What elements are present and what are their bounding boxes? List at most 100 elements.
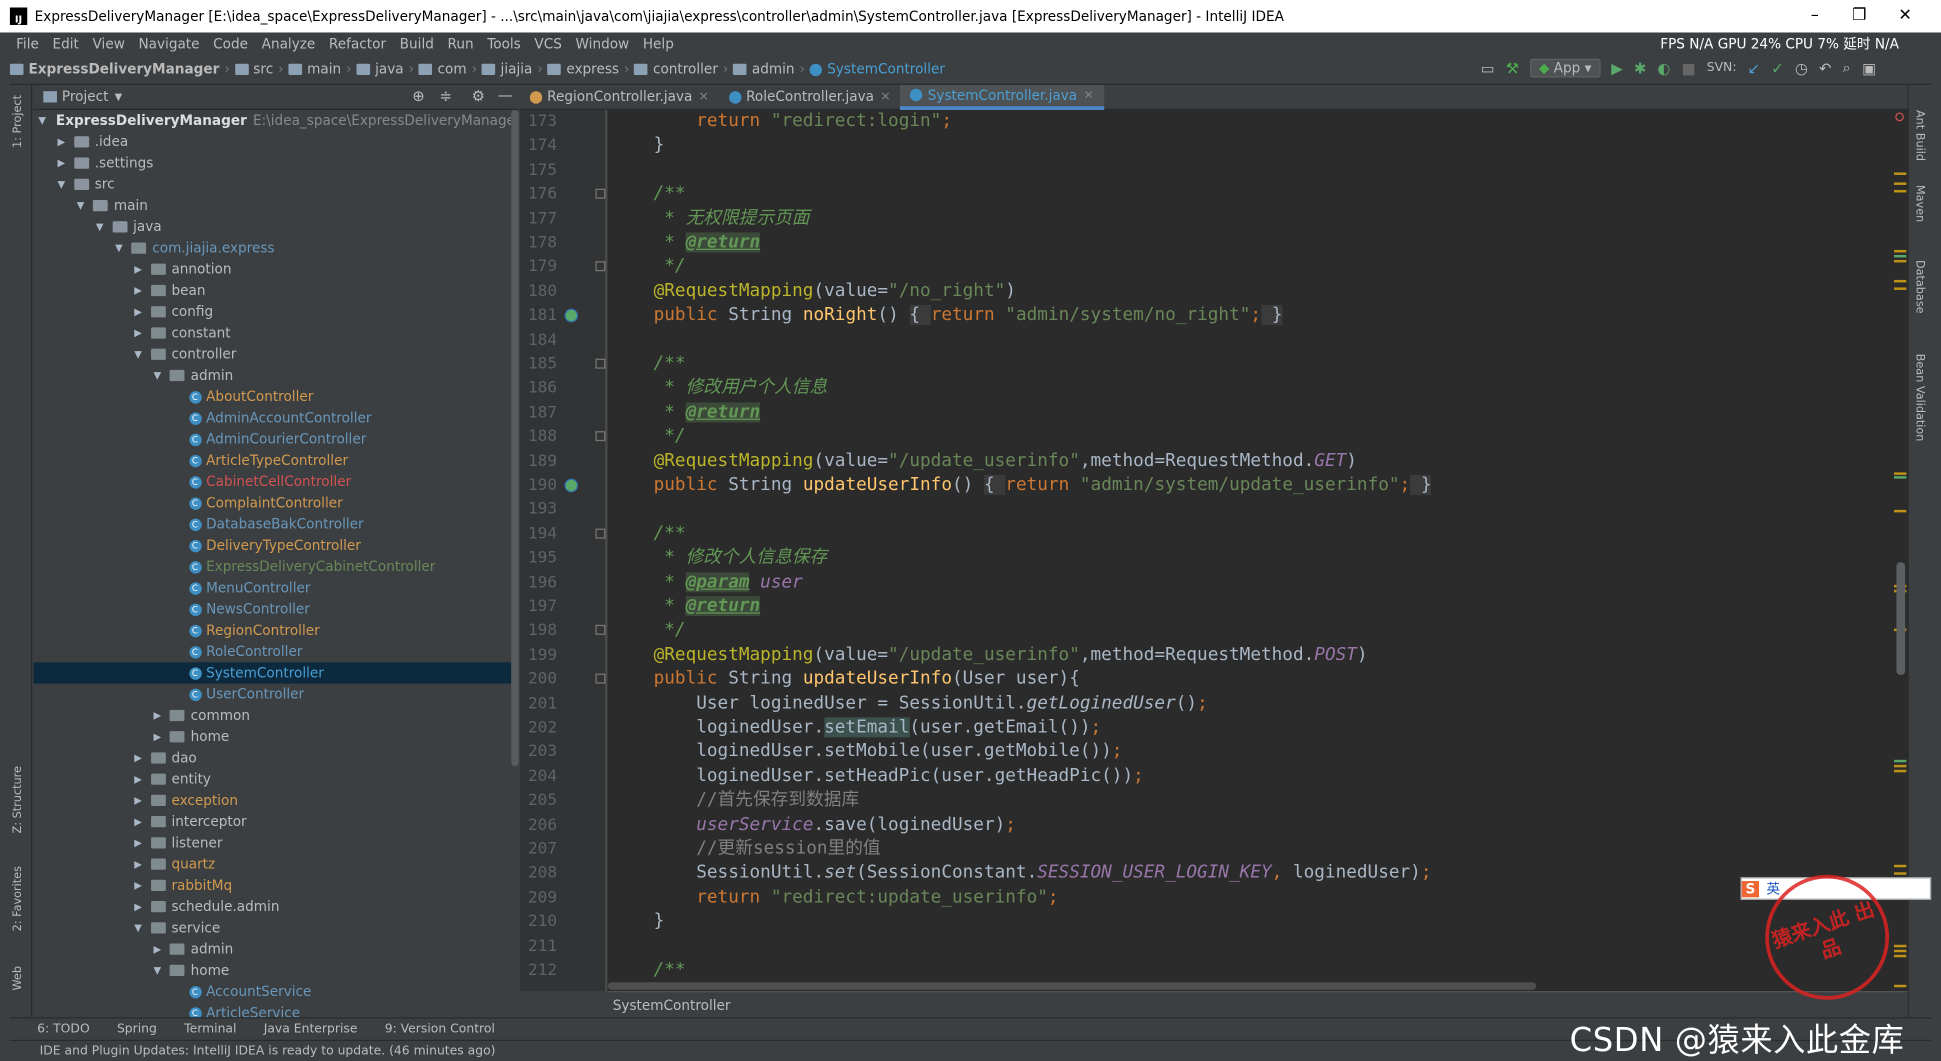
collapse-arrow-icon[interactable]: ▶ xyxy=(134,896,146,917)
tab-regioncontroller[interactable]: RegionController.java × xyxy=(520,84,719,109)
breadcrumb-controller[interactable]: controller xyxy=(634,61,718,77)
fold-marker-icon[interactable] xyxy=(595,431,606,442)
menu-file[interactable]: File xyxy=(10,36,46,52)
tree-item[interactable]: ▶ constant xyxy=(33,322,511,343)
todo-tool-button[interactable]: 6: TODO xyxy=(37,1022,90,1036)
tree-item[interactable]: C AccountService xyxy=(33,981,511,1002)
breadcrumb-admin[interactable]: admin xyxy=(733,61,795,77)
tree-item[interactable]: ▼ com.jiajia.express xyxy=(33,237,511,258)
collapse-arrow-icon[interactable]: ▶ xyxy=(134,322,146,343)
collapse-arrow-icon[interactable]: ▶ xyxy=(134,747,146,768)
expand-arrow-icon[interactable]: ▼ xyxy=(134,344,146,365)
debug-icon[interactable]: ✱ xyxy=(1634,59,1646,76)
tree-item[interactable]: C AdminCourierController xyxy=(33,429,511,450)
tree-item[interactable]: C RoleController xyxy=(33,641,511,662)
tree-item[interactable]: C DatabaseBakController xyxy=(33,514,511,535)
tree-item[interactable]: ▶ exception xyxy=(33,790,511,811)
maven-tool-button[interactable]: Maven xyxy=(1913,185,1925,222)
minimize-icon[interactable]: – xyxy=(1791,0,1838,32)
maximize-icon[interactable]: ❐ xyxy=(1836,0,1883,32)
collapse-arrow-icon[interactable]: ▶ xyxy=(134,811,146,832)
tree-item[interactable]: C ExpressDeliveryCabinetController xyxy=(33,556,511,577)
fold-marker-icon[interactable] xyxy=(595,188,606,199)
warning-marker[interactable] xyxy=(1893,476,1907,479)
warning-marker[interactable] xyxy=(1893,984,1907,988)
svn-update-icon[interactable]: ↙ xyxy=(1748,59,1760,76)
tree-item[interactable]: ▼ admin xyxy=(33,365,511,386)
warning-marker[interactable] xyxy=(1893,949,1907,953)
request-mapping-gutter-icon[interactable] xyxy=(564,478,579,493)
close-icon[interactable]: ✕ xyxy=(1882,0,1929,32)
tree-item[interactable]: C SystemController xyxy=(33,662,512,684)
warning-marker[interactable] xyxy=(1893,944,1907,948)
warning-marker[interactable] xyxy=(1893,769,1907,773)
tab-rolecontroller[interactable]: RoleController.java × xyxy=(719,84,901,109)
collapse-arrow-icon[interactable]: ▶ xyxy=(153,939,165,960)
project-structure-icon[interactable]: ▭ xyxy=(1481,59,1495,76)
tree-scrollbar[interactable] xyxy=(511,109,519,767)
collapse-arrow-icon[interactable]: ▶ xyxy=(153,726,165,747)
run-icon[interactable]: ▶ xyxy=(1611,59,1622,76)
menu-build[interactable]: Build xyxy=(393,36,441,52)
breadcrumb-java[interactable]: java xyxy=(356,61,404,77)
warning-marker[interactable] xyxy=(1893,182,1907,185)
warning-marker[interactable] xyxy=(1893,249,1907,253)
breadcrumb-jiajia[interactable]: jiajia xyxy=(481,61,532,77)
tree-item[interactable]: C ComplaintController xyxy=(33,492,511,513)
warning-marker[interactable] xyxy=(1893,509,1907,513)
collapse-arrow-icon[interactable]: ▶ xyxy=(134,790,146,811)
warning-marker[interactable] xyxy=(1893,259,1907,263)
ant-build-tool-button[interactable]: Ant Build xyxy=(1913,110,1925,161)
menu-help[interactable]: Help xyxy=(637,36,682,52)
warning-marker[interactable] xyxy=(1893,759,1907,763)
collapse-arrow-icon[interactable]: ▶ xyxy=(153,705,165,726)
breadcrumb-main[interactable]: main xyxy=(288,61,341,77)
tree-item[interactable]: ▶ quartz xyxy=(33,854,511,875)
collapse-arrow-icon[interactable]: ▶ xyxy=(134,854,146,875)
tree-item[interactable]: ▼ ExpressDeliveryManager E:\idea_space\Exp… xyxy=(33,110,511,131)
gear-icon[interactable]: ⚙ xyxy=(472,87,485,104)
breadcrumb-systemcontroller[interactable]: SystemController xyxy=(809,61,945,77)
collapse-arrow-icon[interactable]: ▶ xyxy=(58,152,70,173)
breadcrumb-com[interactable]: com xyxy=(418,61,467,77)
bean-validation-tool-button[interactable]: Bean Validation xyxy=(1913,354,1925,442)
expand-arrow-icon[interactable]: ▼ xyxy=(96,216,108,237)
ime-language-label[interactable]: 英 xyxy=(1766,879,1780,899)
search-everywhere-icon[interactable]: ⌕ xyxy=(1843,59,1851,78)
expand-arrow-icon[interactable]: ▼ xyxy=(134,917,146,938)
tree-item[interactable]: ▼ home xyxy=(33,960,511,981)
menu-refactor[interactable]: Refactor xyxy=(323,36,394,52)
collapse-arrow-icon[interactable]: ▶ xyxy=(134,301,146,322)
terminal-tool-button[interactable]: Terminal xyxy=(184,1022,236,1036)
tree-item[interactable]: C RegionController xyxy=(33,620,511,641)
project-tool-button[interactable]: 1: Project xyxy=(12,95,24,148)
close-icon[interactable]: × xyxy=(699,90,709,104)
tree-item[interactable]: ▶ common xyxy=(33,705,511,726)
menu-view[interactable]: View xyxy=(86,36,132,52)
tree-item[interactable]: C DeliveryTypeController xyxy=(33,535,511,556)
warning-marker[interactable] xyxy=(1893,764,1907,768)
structure-tool-button[interactable]: Z: Structure xyxy=(12,766,24,833)
menu-edit[interactable]: Edit xyxy=(46,36,86,52)
tree-item[interactable]: ▶ home xyxy=(33,726,511,747)
web-tool-button[interactable]: Web xyxy=(12,966,24,991)
warning-marker[interactable] xyxy=(1893,872,1907,875)
expand-arrow-icon[interactable]: ▼ xyxy=(38,110,46,131)
history-icon[interactable]: ◷ xyxy=(1795,59,1808,76)
fold-marker-icon[interactable] xyxy=(595,261,606,272)
revert-icon[interactable]: ↶ xyxy=(1819,59,1831,76)
tree-item[interactable]: ▼ service xyxy=(33,917,511,938)
menu-run[interactable]: Run xyxy=(441,36,481,52)
expand-arrow-icon[interactable]: ▼ xyxy=(153,960,165,981)
tree-item[interactable]: ▶ interceptor xyxy=(33,811,511,832)
tree-item[interactable]: ▶ schedule.admin xyxy=(33,896,511,917)
warning-marker[interactable] xyxy=(1893,954,1907,958)
close-icon[interactable]: × xyxy=(880,90,890,104)
java-enterprise-tool-button[interactable]: Java Enterprise xyxy=(264,1022,358,1036)
tree-item[interactable]: ▶ annotion xyxy=(33,259,511,280)
close-icon[interactable]: × xyxy=(1083,88,1093,102)
collapse-arrow-icon[interactable]: ▶ xyxy=(134,769,146,790)
locate-icon[interactable]: ⊕ xyxy=(412,87,424,104)
hide-panel-icon[interactable]: — xyxy=(498,86,513,103)
editor-scrollbar[interactable] xyxy=(1896,562,1906,675)
